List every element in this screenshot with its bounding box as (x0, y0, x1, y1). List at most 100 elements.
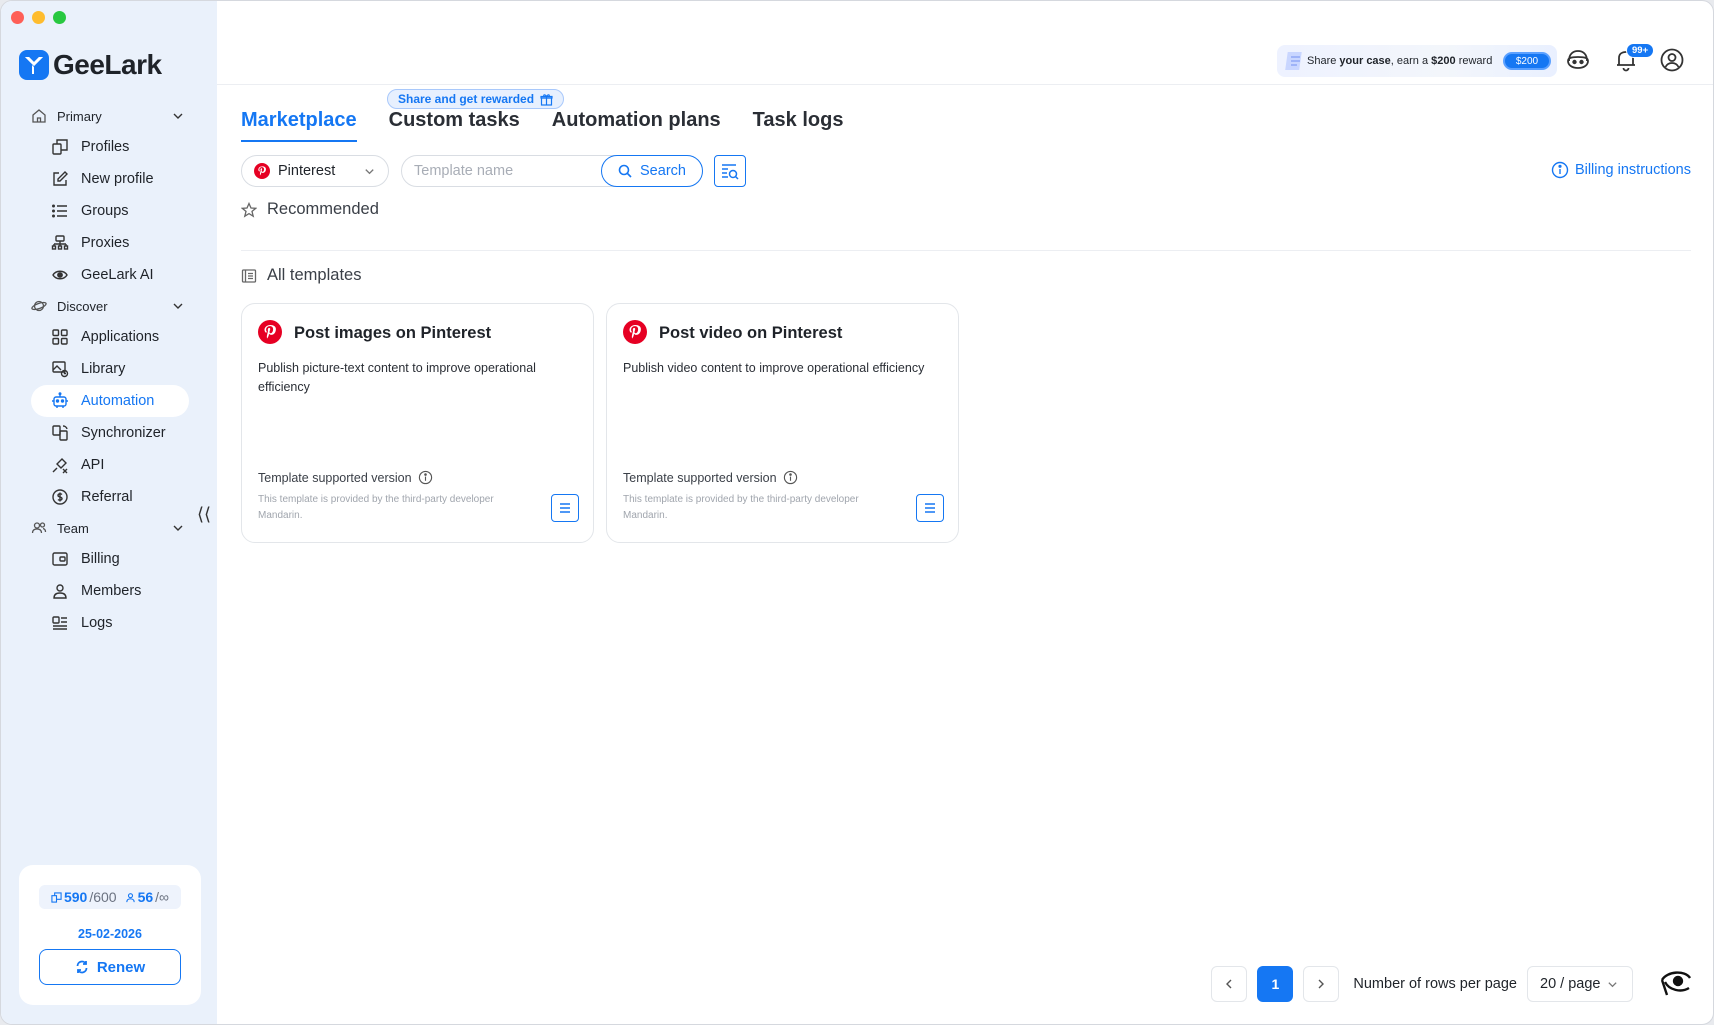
app-name: GeeLark (53, 49, 162, 80)
tab-marketplace[interactable]: Marketplace (241, 109, 357, 142)
grid-apps-icon (52, 329, 68, 345)
sidebar-item-groups[interactable]: Groups (31, 195, 189, 227)
proxy-network-icon (51, 235, 69, 250)
info-icon[interactable] (783, 470, 798, 485)
tab-automation-plans[interactable]: Automation plans (552, 109, 721, 142)
platform-select[interactable]: Pinterest (241, 155, 389, 187)
sidebar-item-proxies[interactable]: Proxies (31, 227, 189, 259)
sidebar-item-automation[interactable]: Automation (31, 385, 189, 417)
sidebar-item-label: GeeLark AI (81, 267, 154, 283)
sidebar-item-api[interactable]: API (31, 449, 189, 481)
customer-service-icon[interactable] (1565, 47, 1591, 73)
wallet-icon (52, 552, 68, 566)
template-card[interactable]: Post video on Pinterest Publish video co… (606, 303, 959, 543)
template-version: Template supported version (623, 470, 798, 485)
profile-quota: 590/600 (51, 889, 117, 905)
section-label: Discover (57, 298, 108, 314)
chevron-down-icon (1608, 982, 1617, 988)
sidebar-section-discover[interactable]: Discover (1, 291, 217, 321)
template-card[interactable]: Post images on Pinterest Publish picture… (241, 303, 594, 543)
home-icon (32, 109, 46, 123)
sidebar-item-geelark-ai[interactable]: GeeLark AI (31, 259, 189, 291)
sidebar-item-label: Library (81, 361, 126, 377)
sidebar-item-library[interactable]: Library (31, 353, 189, 385)
template-details-button[interactable] (551, 494, 579, 522)
collapse-sidebar-button[interactable]: ⟨⟨ (197, 504, 211, 525)
renew-button[interactable]: Renew (39, 949, 181, 985)
tab-task-logs[interactable]: Task logs (753, 109, 844, 142)
section-label: Primary (57, 108, 102, 124)
pinterest-icon (258, 320, 282, 344)
billing-instructions-link[interactable]: Billing instructions (1551, 161, 1691, 179)
notification-badge: 99+ (1626, 43, 1655, 58)
all-templates-label: All templates (267, 266, 362, 284)
promo-text: Share your case, earn a $200 reward (1307, 55, 1493, 67)
app-logo[interactable]: GeeLark (19, 49, 162, 81)
account-avatar-icon[interactable] (1659, 47, 1685, 73)
sidebar-section-team[interactable]: Team (1, 513, 217, 543)
chevron-down-icon (173, 303, 183, 309)
list-search-icon (722, 164, 739, 180)
sidebar: GeeLark Primary Profiles New profile Gro… (1, 1, 217, 1024)
sidebar-item-label: Referral (81, 489, 133, 505)
sync-icon (52, 425, 68, 441)
planet-icon (31, 300, 47, 312)
api-plug-icon (52, 458, 68, 474)
template-version-label: Template supported version (623, 470, 777, 485)
promo-reward-button[interactable]: $200 (1503, 52, 1551, 70)
info-icon[interactable] (418, 470, 433, 485)
template-search-box: Search (401, 155, 703, 187)
sidebar-item-profiles[interactable]: Profiles (31, 131, 189, 163)
team-icon (31, 522, 47, 534)
sidebar-item-logs[interactable]: Logs (31, 607, 189, 639)
search-icon (618, 164, 632, 178)
minimize-window-button[interactable] (32, 11, 45, 24)
platform-select-value: Pinterest (278, 163, 336, 179)
sidebar-item-applications[interactable]: Applications (31, 321, 189, 353)
next-page-button[interactable] (1303, 966, 1340, 1002)
document-reward-icon (1285, 52, 1302, 70)
share-reward-tag[interactable]: Share and get rewarded (387, 89, 565, 109)
search-button[interactable]: Search (601, 155, 703, 187)
template-details-button[interactable] (916, 494, 944, 522)
image-library-icon (52, 361, 69, 378)
info-icon (1551, 161, 1569, 179)
sidebar-item-billing[interactable]: Billing (31, 543, 189, 575)
sidebar-item-label: Billing (81, 551, 120, 567)
page-size-select[interactable]: 20 / page (1527, 966, 1633, 1002)
window-controls (11, 11, 66, 24)
sidebar-section-primary[interactable]: Primary (1, 101, 217, 131)
close-window-button[interactable] (11, 11, 24, 24)
section-divider (241, 250, 1691, 251)
chevron-down-icon (365, 169, 374, 175)
template-note: This template is provided by the third-p… (623, 494, 859, 521)
sidebar-item-label: Applications (81, 329, 160, 345)
tab-custom-tasks[interactable]: Custom tasks (389, 109, 520, 142)
all-templates-header: All templates (241, 266, 361, 285)
billing-instructions-label: Billing instructions (1574, 162, 1691, 178)
assistant-eye-icon[interactable] (1659, 968, 1693, 998)
sidebar-item-label: New profile (81, 171, 154, 187)
promo-banner[interactable]: Share your case, earn a $200 reward $200 (1277, 45, 1557, 77)
sidebar-item-new-profile[interactable]: New profile (31, 163, 189, 195)
sidebar-item-referral[interactable]: Referral (31, 481, 189, 513)
template-description: Publish video content to improve operati… (623, 361, 925, 375)
zoom-window-button[interactable] (53, 11, 66, 24)
template-note: This template is provided by the third-p… (258, 494, 494, 521)
template-name-input[interactable] (414, 163, 594, 179)
chevron-left-icon (1226, 979, 1232, 989)
sidebar-nav: Primary Profiles New profile Groups Prox… (1, 101, 217, 639)
page-number-current[interactable]: 1 (1257, 966, 1294, 1002)
chevron-down-icon (173, 113, 183, 119)
sidebar-item-members[interactable]: Members (31, 575, 189, 607)
template-title: Post video on Pinterest (659, 324, 843, 342)
search-button-label: Search (640, 163, 686, 179)
task-tabs: Marketplace Custom tasks Automation plan… (241, 109, 843, 142)
sidebar-item-synchronizer[interactable]: Synchronizer (31, 417, 189, 449)
advanced-search-button[interactable] (714, 155, 746, 187)
robot-icon (52, 392, 68, 408)
user-icon (125, 892, 135, 902)
expiry-date: 25-02-2026 (78, 927, 142, 941)
prev-page-button[interactable] (1211, 966, 1248, 1002)
sidebar-item-label: API (81, 457, 105, 473)
